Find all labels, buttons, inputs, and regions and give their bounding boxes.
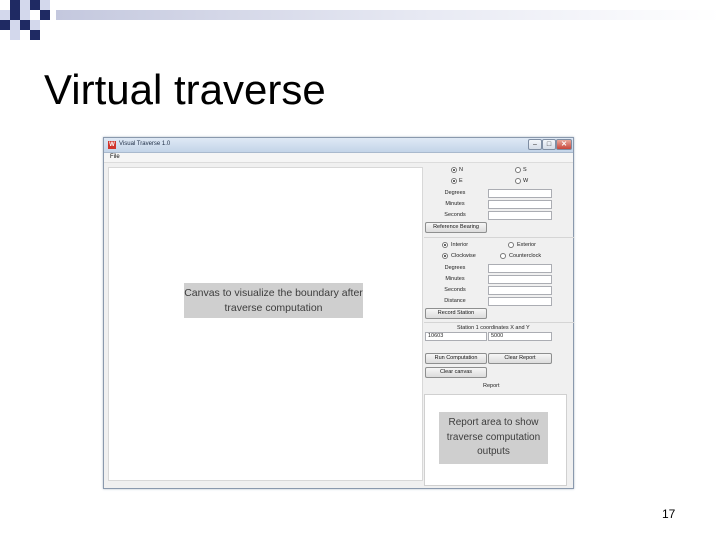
report-label-line: outputs [477,446,510,457]
slide: Virtual traverse W Visual Traverse 1.0 –… [0,0,720,540]
clear-report-button[interactable]: Clear Report [488,353,552,364]
report-area[interactable]: Report area to show traverse computation… [424,394,567,486]
radio-n-label: N [459,167,463,173]
deco-square [30,30,40,40]
st-minutes-label: Minutes [445,276,465,282]
coordinates-label: Station 1 coordinates X and Y [457,325,530,331]
maximize-button[interactable]: □ [542,139,556,150]
ref-degrees-label: Degrees [444,190,466,196]
boundary-canvas[interactable]: Canvas to visualize the boundary after t… [108,167,423,481]
record-station-button[interactable]: Record Station [425,308,487,319]
st-degrees-label: Degrees [444,265,466,271]
deco-gradient-bar [56,10,720,20]
st-degrees-input[interactable] [488,264,552,273]
deco-square [10,20,20,30]
x-coordinate-input[interactable]: 10603 [425,332,487,341]
canvas-placeholder-label: Canvas to visualize the boundary after t… [184,283,363,318]
radio-w-label: W [523,178,529,184]
radio-interior[interactable] [442,242,448,248]
st-seconds-label: Seconds [444,287,466,293]
ref-seconds-label: Seconds [444,212,466,218]
radio-counterclock-label: Counterclock [509,253,542,259]
deco-square [20,10,30,20]
deco-square [40,0,50,10]
report-label-line: Report area to show [448,417,539,428]
window-title: Visual Traverse 1.0 [119,141,171,147]
ref-degrees-input[interactable] [488,189,552,198]
canvas-label-line: traverse computation [224,302,323,314]
report-label-line: traverse computation [446,431,541,443]
clear-canvas-button[interactable]: Clear canvas [425,367,487,378]
control-panel: N S E W Degrees Minutes Seconds Referenc… [424,163,574,489]
slide-title: Virtual traverse [44,66,326,113]
app-icon: W [108,141,116,149]
st-seconds-input[interactable] [488,286,552,295]
st-distance-label: Distance [444,298,466,304]
close-button[interactable]: ✕ [556,139,572,150]
deco-square [40,10,50,20]
deco-square [20,0,30,10]
ref-seconds-input[interactable] [488,211,552,220]
radio-n[interactable] [451,167,457,173]
section-divider [424,237,574,238]
deco-square [20,20,30,30]
ref-minutes-label: Minutes [445,201,465,207]
deco-square [0,10,10,20]
section-divider [424,322,574,323]
ref-minutes-input[interactable] [488,200,552,209]
radio-clockwise[interactable] [442,253,448,259]
deco-square [30,0,40,10]
canvas-label-line: Canvas to visualize the boundary after [184,287,363,299]
deco-square [10,0,20,10]
radio-w[interactable] [515,178,521,184]
radio-e[interactable] [451,178,457,184]
deco-square [0,20,10,30]
deco-square [10,30,20,40]
window-titlebar[interactable]: W Visual Traverse 1.0 – □ ✕ [104,138,573,153]
radio-clockwise-label: Clockwise [451,253,476,259]
radio-exterior[interactable] [508,242,514,248]
deco-square [10,10,20,20]
report-heading: Report [483,383,500,389]
run-computation-button[interactable]: Run Computation [425,353,487,364]
deco-square [30,20,40,30]
st-minutes-input[interactable] [488,275,552,284]
report-placeholder-label: Report area to show traverse computation… [439,412,548,464]
y-coordinate-input[interactable]: 5000 [488,332,552,341]
menu-file[interactable]: File [110,154,120,160]
minimize-button[interactable]: – [528,139,542,150]
st-distance-input[interactable] [488,297,552,306]
reference-bearing-button[interactable]: Reference Bearing [425,222,487,233]
radio-e-label: E [459,178,463,184]
page-number: 17 [662,507,676,521]
menu-bar: File [104,153,573,163]
radio-s[interactable] [515,167,521,173]
radio-interior-label: Interior [451,242,469,248]
radio-s-label: S [523,167,527,173]
app-window: W Visual Traverse 1.0 – □ ✕ File Canvas … [103,137,574,489]
radio-counterclock[interactable] [500,253,506,259]
radio-exterior-label: Exterior [517,242,536,248]
